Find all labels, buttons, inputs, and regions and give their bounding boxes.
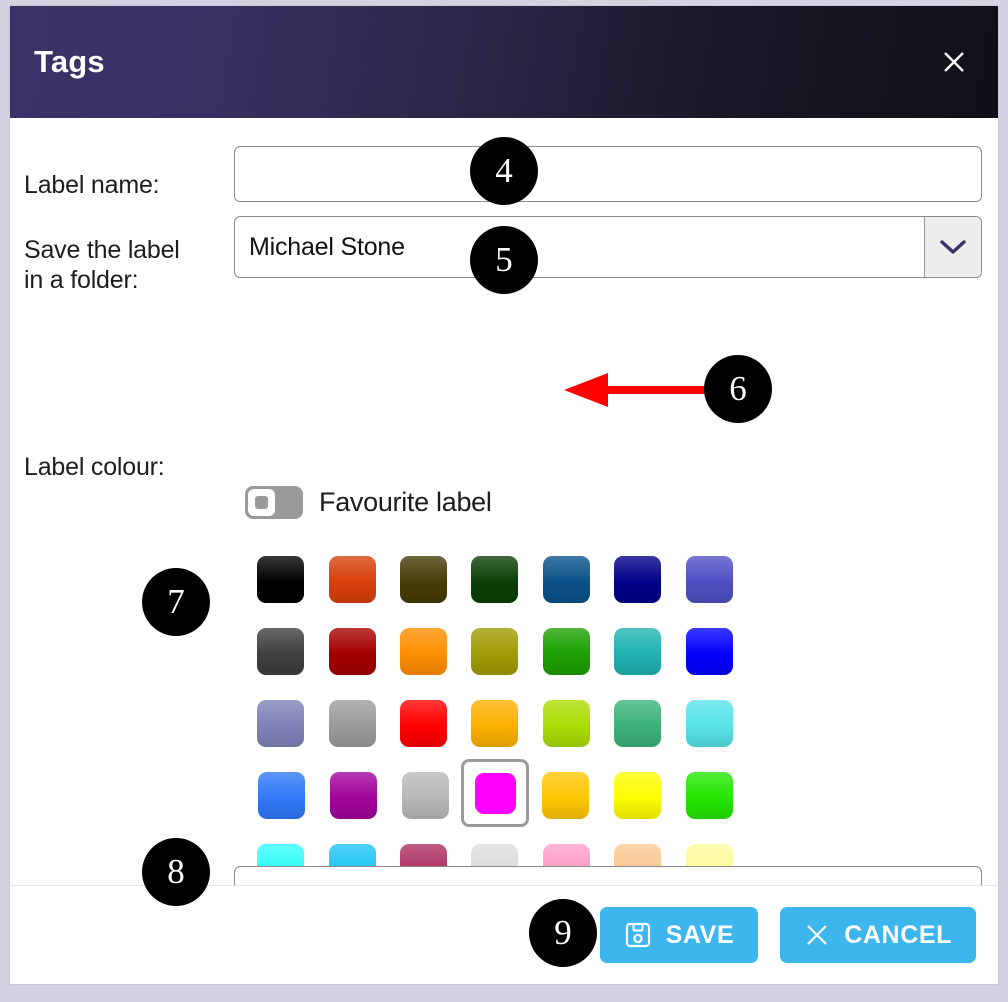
colour-swatch[interactable]	[686, 772, 733, 819]
colour-swatch-cell[interactable]	[389, 759, 461, 831]
colour-swatch-cell[interactable]	[601, 759, 673, 831]
colour-swatch-cell[interactable]	[674, 687, 745, 759]
folder-select-label-line1: Save the label	[24, 236, 180, 264]
colour-swatch[interactable]	[614, 700, 661, 747]
colour-swatch[interactable]	[400, 556, 447, 603]
annotation-badge-9: 9	[529, 899, 597, 967]
dialog-titlebar: Tags	[10, 6, 998, 118]
favourite-label-row: Favourite label	[245, 486, 492, 519]
close-icon	[804, 922, 830, 948]
label-name-label: Label name:	[24, 171, 159, 201]
annotation-badge-4: 4	[470, 137, 538, 205]
colour-swatch[interactable]	[330, 772, 377, 819]
colour-swatch[interactable]	[258, 772, 305, 819]
annotation-badge-5: 5	[470, 226, 538, 294]
colour-swatch[interactable]	[471, 556, 518, 603]
annotation-badge-7: 7	[142, 568, 210, 636]
colour-swatch-cell[interactable]	[531, 543, 602, 615]
colour-swatch-cell[interactable]	[602, 687, 673, 759]
colour-swatch[interactable]	[257, 628, 304, 675]
colour-swatch[interactable]	[257, 700, 304, 747]
colour-swatch[interactable]	[614, 772, 661, 819]
save-button-label: SAVE	[666, 921, 735, 950]
colour-swatch-cell[interactable]	[388, 687, 459, 759]
colour-swatch[interactable]	[329, 700, 376, 747]
colour-swatch-cell[interactable]	[245, 687, 316, 759]
colour-swatch[interactable]	[543, 628, 590, 675]
colour-swatch[interactable]	[471, 628, 518, 675]
colour-swatch[interactable]	[400, 628, 447, 675]
colour-swatch-grid	[245, 543, 745, 885]
colour-swatch-cell[interactable]	[529, 759, 601, 831]
annotation-arrow-6	[560, 373, 720, 407]
toggle-knob	[248, 489, 275, 516]
colour-swatch-cell[interactable]	[459, 543, 530, 615]
colour-swatch-cell[interactable]	[461, 759, 529, 827]
colour-swatch[interactable]	[543, 556, 590, 603]
chevron-down-icon	[938, 237, 968, 257]
colour-swatch[interactable]	[402, 772, 449, 819]
colour-swatch-cell[interactable]	[317, 759, 389, 831]
colour-swatch[interactable]	[475, 773, 516, 814]
favourite-label-text: Favourite label	[319, 487, 492, 518]
colour-swatch-cell[interactable]	[531, 687, 602, 759]
colour-swatch[interactable]	[614, 556, 661, 603]
colour-swatch[interactable]	[614, 628, 661, 675]
folder-select-value: Michael Stone	[235, 217, 924, 277]
toggle-knob-inner	[255, 496, 268, 509]
colour-swatch-cell[interactable]	[316, 687, 387, 759]
annotation-badge-8: 8	[142, 838, 210, 906]
colour-swatch-cell[interactable]	[245, 615, 316, 687]
colour-swatch-cell[interactable]	[602, 615, 673, 687]
colour-swatch[interactable]	[400, 700, 447, 747]
colour-swatch[interactable]	[543, 700, 590, 747]
folder-select-label-line2: in a folder:	[24, 266, 138, 294]
colour-swatch[interactable]	[686, 556, 733, 603]
favourite-label-toggle[interactable]	[245, 486, 303, 519]
colour-swatch[interactable]	[686, 700, 733, 747]
colour-swatch-cell[interactable]	[459, 615, 530, 687]
extra-text-input[interactable]	[234, 866, 982, 885]
close-dialog-button[interactable]	[934, 42, 974, 82]
colour-swatch-row	[245, 759, 745, 831]
folder-select-label: Save the label in a folder:	[24, 236, 180, 295]
colour-swatch-cell[interactable]	[673, 759, 745, 831]
colour-swatch-cell[interactable]	[245, 543, 316, 615]
colour-swatch-cell[interactable]	[316, 543, 387, 615]
colour-swatch[interactable]	[329, 628, 376, 675]
label-name-input[interactable]	[234, 146, 982, 202]
cancel-button-label: CANCEL	[844, 921, 952, 950]
colour-swatch-cell[interactable]	[388, 615, 459, 687]
colour-swatch[interactable]	[686, 628, 733, 675]
colour-swatch-row	[245, 615, 745, 687]
colour-swatch-cell[interactable]	[245, 759, 317, 831]
colour-swatch[interactable]	[471, 700, 518, 747]
dialog-title: Tags	[34, 44, 105, 80]
annotation-badge-6: 6	[704, 355, 772, 423]
colour-swatch-cell[interactable]	[674, 543, 745, 615]
label-colour-label: Label colour:	[24, 453, 165, 483]
colour-swatch-cell[interactable]	[602, 543, 673, 615]
colour-swatch-cell[interactable]	[316, 615, 387, 687]
colour-swatch-cell[interactable]	[459, 687, 530, 759]
colour-swatch-cell[interactable]	[531, 615, 602, 687]
colour-swatch-cell[interactable]	[674, 615, 745, 687]
folder-select[interactable]: Michael Stone	[234, 216, 982, 278]
colour-swatch[interactable]	[542, 772, 589, 819]
folder-select-toggle[interactable]	[924, 217, 981, 277]
colour-swatch[interactable]	[329, 556, 376, 603]
colour-swatch-row	[245, 543, 745, 615]
cancel-button[interactable]: CANCEL	[780, 907, 976, 963]
colour-swatch[interactable]	[257, 556, 304, 603]
colour-swatch-cell[interactable]	[388, 543, 459, 615]
save-button[interactable]: SAVE	[600, 907, 759, 963]
close-icon	[939, 47, 969, 77]
colour-swatch-row	[245, 687, 745, 759]
floppy-disk-icon	[624, 921, 652, 949]
